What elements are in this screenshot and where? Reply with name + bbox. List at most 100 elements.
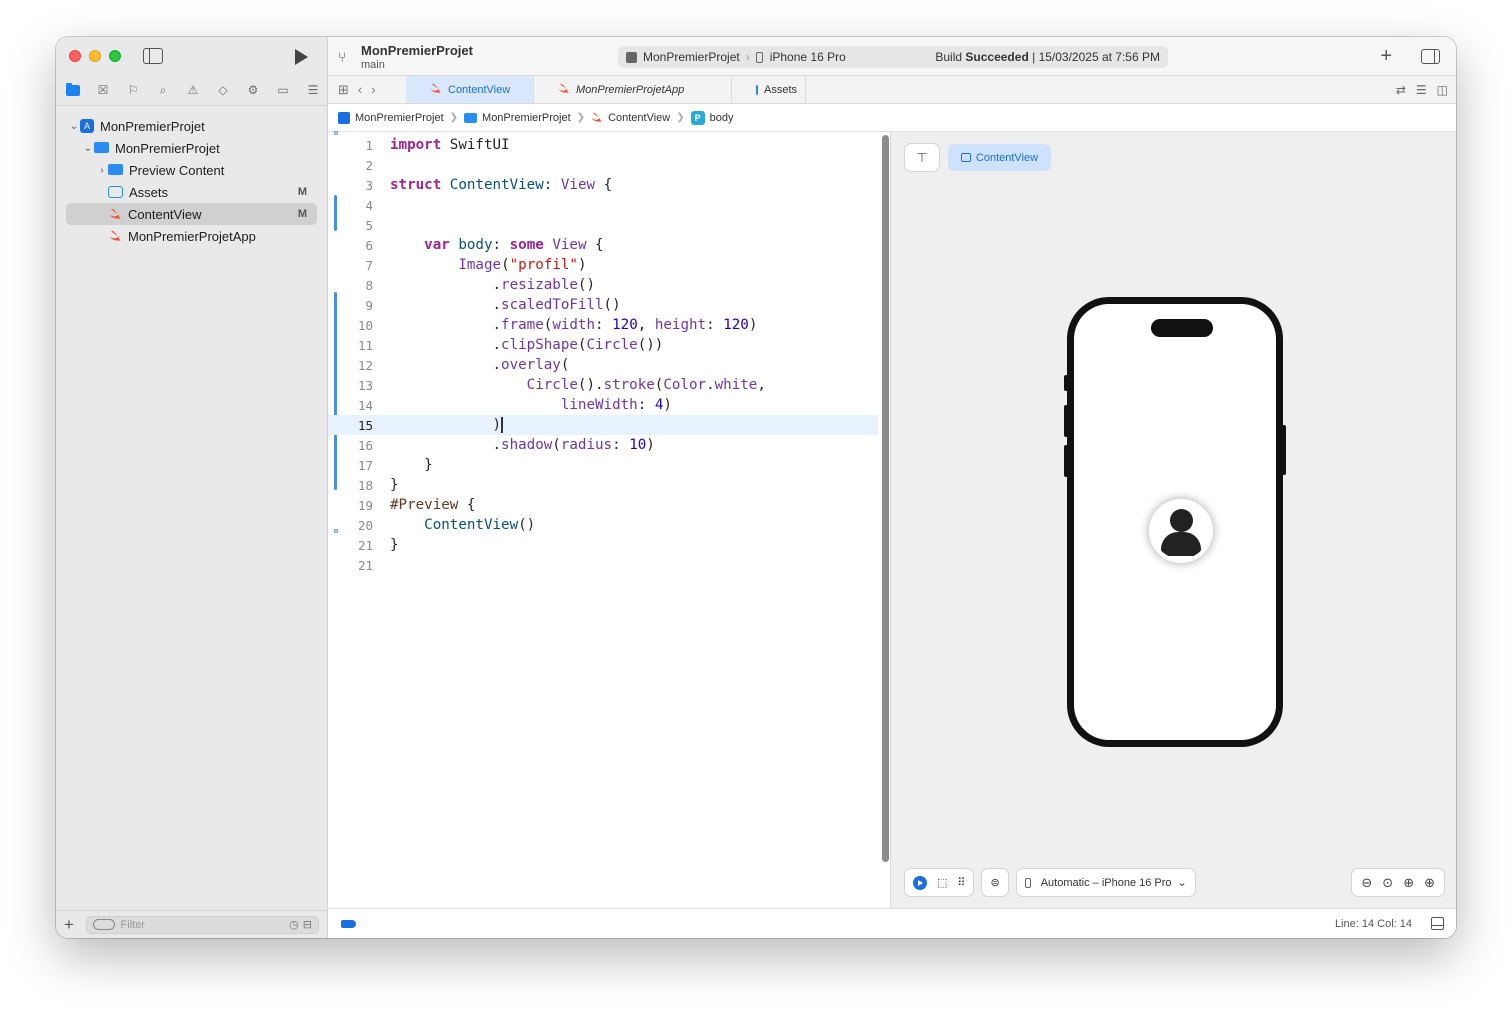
- editor-options-icon[interactable]: ☰: [1416, 83, 1427, 97]
- live-preview-icon[interactable]: [913, 875, 927, 890]
- chevron-right-icon: ›: [745, 50, 750, 64]
- sidebar-toggle-icon[interactable]: [143, 48, 163, 64]
- scheme-icon: [626, 51, 637, 63]
- issue-navigator-icon[interactable]: ⚠: [184, 81, 202, 99]
- breadcrumb-project[interactable]: MonPremierProjet: [338, 111, 444, 124]
- library-plus-button[interactable]: +: [1380, 45, 1392, 68]
- code-text: Circle().stroke(Color.white,: [526, 377, 766, 393]
- debug-navigator-icon[interactable]: ⚙: [244, 81, 262, 99]
- line-number: 2: [365, 157, 373, 173]
- tree-item-project[interactable]: ⌄ A MonPremierProjet: [66, 115, 317, 137]
- report-navigator-icon[interactable]: ☰: [304, 81, 322, 99]
- zoom-window-button[interactable]: [109, 50, 121, 62]
- code-line: 1 import SwiftUI: [328, 135, 878, 155]
- tree-item-app[interactable]: MonPremierProjetApp: [66, 225, 317, 247]
- breadcrumb-label: ContentView: [608, 111, 671, 124]
- navigator-filter-bar: + Filter ◷ ⊟: [56, 910, 327, 938]
- side-button: [1282, 425, 1286, 475]
- filter-options-icon[interactable]: [92, 919, 115, 930]
- swift-file-icon: [591, 112, 603, 123]
- code-line: 5: [328, 215, 878, 235]
- code-line: 17 }: [328, 455, 878, 475]
- tree-item-label: Preview Content: [129, 162, 225, 178]
- code-text: Image("profil"): [458, 257, 587, 273]
- project-tree: ⌄ A MonPremierProjet ⌄ MonPremierProjet …: [66, 115, 317, 247]
- zoom-to-fit-icon[interactable]: ⊕: [1403, 875, 1414, 891]
- source-control-filter-icon[interactable]: ⊟: [303, 918, 312, 931]
- back-arrow-icon[interactable]: ‹: [358, 82, 362, 97]
- breadcrumb-label: MonPremierProjet: [482, 111, 571, 124]
- editor-scrollbar[interactable]: [882, 135, 889, 862]
- modified-badge: M: [297, 208, 307, 220]
- inspector-toggle-icon[interactable]: [1421, 49, 1440, 64]
- code-line: 18}: [328, 475, 878, 495]
- navigator-selector-bar: ☒ ⚐ ⌕ ⚠ ◇ ⚙ ▭ ☰: [64, 81, 322, 99]
- code-line: 16 .shadow(radius: 10): [328, 435, 878, 455]
- line-number: 11: [357, 337, 373, 353]
- chevron-right-icon[interactable]: ›: [96, 165, 108, 176]
- swift-file-icon: [558, 83, 570, 97]
- line-number: 1: [365, 137, 373, 153]
- source-editor[interactable]: 1 import SwiftUI 2 3 struct ContentView: V…: [328, 131, 878, 908]
- zoom-in-icon[interactable]: ⊕: [1424, 875, 1435, 891]
- debug-area-toggle-icon[interactable]: [1431, 917, 1444, 930]
- chevron-down-icon[interactable]: ⌄: [82, 143, 94, 154]
- tree-item-contentview[interactable]: ContentView M: [66, 203, 317, 225]
- swap-arrows-icon[interactable]: ⇄: [1396, 83, 1406, 97]
- line-number: 5: [365, 217, 373, 233]
- filter-toggles: ◷ ⊟: [289, 918, 312, 931]
- chevron-right-icon: ❯: [449, 112, 459, 123]
- variants-grid-icon[interactable]: ⠿: [957, 876, 965, 889]
- device-picker[interactable]: Automatic – iPhone 16 Pro ⌄: [1016, 869, 1195, 896]
- code-line: 19 #Preview {: [328, 495, 878, 515]
- line-number: 9: [365, 297, 373, 313]
- tab-assets[interactable]: Assets: [732, 76, 806, 103]
- line-number: 21: [357, 557, 373, 573]
- scheme-selector[interactable]: MonPremierProjet: [626, 50, 740, 64]
- code-line: 11 .clipShape(Circle()): [328, 335, 878, 355]
- tree-item-assets[interactable]: Assets M: [66, 181, 317, 203]
- close-window-button[interactable]: [69, 50, 81, 62]
- related-items-icon[interactable]: ⊞: [338, 82, 349, 98]
- filter-input[interactable]: Filter ◷ ⊟: [85, 915, 319, 934]
- chevron-down-icon[interactable]: ⌄: [68, 121, 80, 132]
- recent-files-icon[interactable]: ◷: [289, 918, 299, 931]
- find-navigator-icon[interactable]: ⌕: [154, 81, 172, 99]
- code-text: .clipShape(Circle()): [390, 337, 664, 353]
- canvas-device-settings-icon[interactable]: ⊜: [990, 876, 999, 889]
- tab-contentview[interactable]: ContentView: [406, 76, 534, 103]
- scheme-label: MonPremierProjet: [643, 50, 740, 64]
- bookmark-navigator-icon[interactable]: ⚐: [124, 81, 142, 99]
- breadcrumb-symbol[interactable]: Pbody: [690, 110, 733, 125]
- folder-icon: [94, 141, 109, 153]
- source-control-navigator-icon[interactable]: ☒: [94, 81, 112, 99]
- breakpoint-navigator-icon[interactable]: ▭: [274, 81, 292, 99]
- run-button[interactable]: [295, 49, 308, 65]
- zoom-actual-size-icon[interactable]: ⊙: [1382, 875, 1393, 891]
- code-text: .frame(width: 120, height: 120): [390, 317, 758, 333]
- zoom-out-icon[interactable]: ⊖: [1361, 875, 1372, 891]
- add-file-button[interactable]: +: [64, 915, 80, 935]
- asset-catalog-icon: [108, 186, 123, 198]
- test-navigator-icon[interactable]: ◇: [214, 81, 232, 99]
- pin-preview-button[interactable]: ⊤: [905, 144, 939, 171]
- debug-area-tag-icon[interactable]: [341, 920, 356, 928]
- split-editor-icon[interactable]: ◫: [1437, 83, 1448, 97]
- device-selector[interactable]: iPhone 16 Pro: [755, 50, 846, 64]
- breadcrumb-file[interactable]: ContentView: [591, 112, 670, 124]
- tree-item-group[interactable]: ⌄ MonPremierProjet: [66, 137, 317, 159]
- forward-arrow-icon[interactable]: ›: [371, 82, 375, 97]
- folder-icon: [464, 112, 478, 123]
- tree-item-preview-content[interactable]: › Preview Content: [66, 159, 317, 181]
- tab-monpremierprojetapp[interactable]: MonPremierProjetApp: [534, 76, 732, 103]
- code-line: 8 .resizable(): [328, 275, 878, 295]
- branch-name[interactable]: main: [361, 59, 385, 71]
- iphone-screen[interactable]: [1074, 304, 1276, 740]
- preview-selector-button[interactable]: ContentView: [948, 144, 1051, 171]
- tab-label: MonPremierProjetApp: [576, 83, 685, 96]
- dynamic-island: [1151, 319, 1213, 337]
- selectable-mode-icon[interactable]: ⬚: [937, 876, 947, 889]
- breadcrumb-group[interactable]: MonPremierProjet: [464, 112, 571, 124]
- project-navigator-icon[interactable]: [64, 81, 82, 99]
- minimize-window-button[interactable]: [89, 50, 101, 62]
